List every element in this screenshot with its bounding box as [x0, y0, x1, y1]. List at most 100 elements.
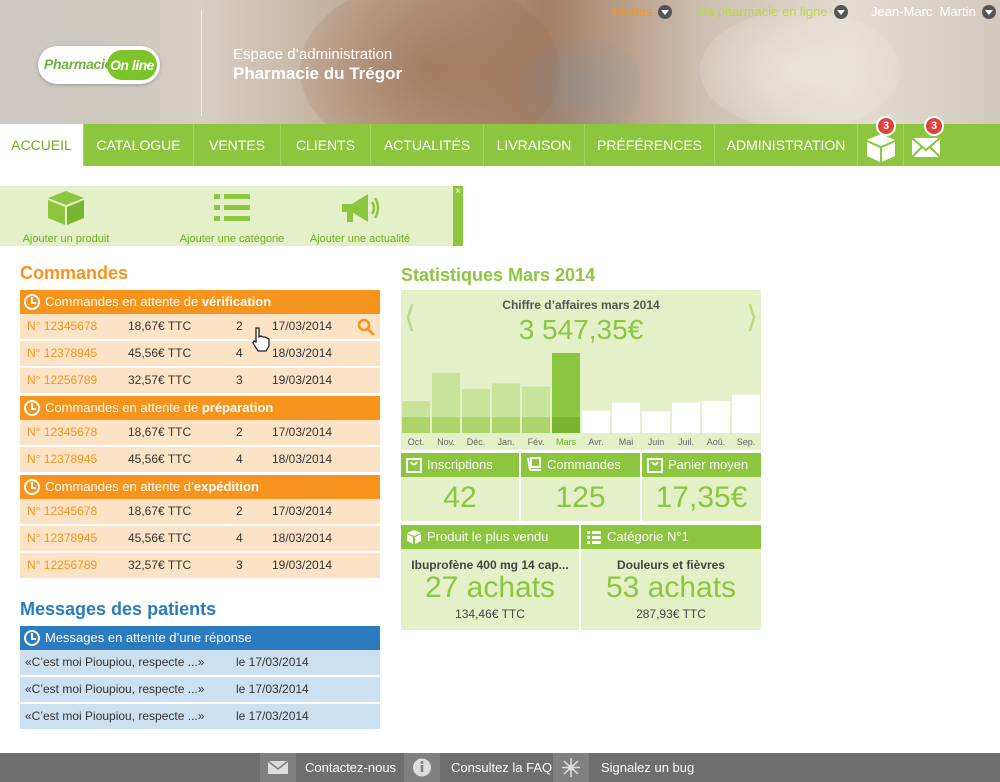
tab-ventes[interactable]: VENTES: [193, 124, 280, 166]
group-status: préparation: [201, 400, 274, 415]
add-category-button[interactable]: Ajouter une catégorie: [172, 190, 292, 245]
messages-pending-header[interactable]: Messages en attente d’une réponse: [20, 626, 380, 650]
panier-label: Panier moyen: [668, 457, 749, 472]
table-row[interactable]: N° 12378945 45,56€ TTC 4 18/03/2014: [20, 341, 380, 366]
order-id-link[interactable]: N° 12345678: [27, 314, 97, 339]
message-row[interactable]: «C’est moi Pioupiou, respecte ...» le 17…: [20, 677, 380, 702]
bag-icon: [647, 458, 663, 473]
order-id-link[interactable]: N° 12256789: [27, 368, 97, 393]
logo-text: Pharmacie: [44, 56, 113, 72]
top-category-name[interactable]: Douleurs et fièvres: [581, 558, 761, 572]
order-id-link[interactable]: N° 12345678: [27, 499, 97, 524]
order-amount: 18,67€ TTC: [128, 319, 192, 333]
pharmacie-online-logo[interactable]: Pharmacie On line: [38, 46, 160, 84]
table-row[interactable]: N° 12256789 32,57€ TTC 3 19/03/2014: [20, 368, 380, 393]
info-icon[interactable]: [404, 753, 440, 782]
top-category-label: Catégorie N°1: [607, 529, 689, 544]
message-excerpt[interactable]: «C’est moi Pioupiou, respecte ...»: [25, 677, 204, 702]
list-icon: [587, 531, 601, 544]
box-badge: 3: [876, 116, 896, 136]
tab-catalogue[interactable]: CATALOGUE: [83, 124, 193, 166]
order-id-link[interactable]: N° 12378945: [27, 341, 97, 366]
message-row[interactable]: «C’est moi Pioupiou, respecte ...» le 17…: [20, 704, 380, 729]
tab-actualites[interactable]: ACTUALITÉS: [370, 124, 483, 166]
add-news-label: Ajouter une actualité: [309, 233, 411, 245]
commandes-label: Commandes: [547, 457, 621, 472]
order-qty: 4: [236, 452, 243, 466]
box-icon: [407, 530, 421, 544]
tab-accueil[interactable]: ACCUEIL: [0, 124, 83, 166]
user-menu[interactable]: Jean-Marc Martin: [871, 4, 996, 19]
tab-clients[interactable]: CLIENTS: [280, 124, 370, 166]
pharmacy-name: Pharmacie du Trégor: [233, 64, 403, 83]
message-row[interactable]: «C’est moi Pioupiou, respecte ...» le 17…: [20, 650, 380, 675]
envelope-icon[interactable]: [260, 753, 296, 782]
order-qty: 2: [236, 425, 243, 439]
add-news-button[interactable]: Ajouter une actualité: [300, 190, 420, 245]
top-product-tile: Produit le plus vendu Ibuprofène 400 mg …: [401, 525, 579, 630]
contact-link[interactable]: Contactez-nous: [305, 753, 396, 782]
table-row[interactable]: N° 12256789 32,57€ TTC 3 19/03/2014: [20, 553, 380, 578]
header-divider: [201, 10, 202, 116]
order-amount: 32,57€ TTC: [128, 373, 192, 387]
top-product-name[interactable]: Ibuprofène 400 mg 14 cap...: [401, 558, 579, 572]
tab-administration[interactable]: ADMINISTRATION: [714, 124, 857, 166]
clock-icon: [24, 630, 40, 646]
table-row[interactable]: N° 12345678 18,67€ TTC 2 17/03/2014: [20, 314, 380, 339]
bar-11: [732, 394, 760, 433]
top-product-price: 134,46€ TTC: [455, 607, 525, 621]
orders-preparation-header[interactable]: Commandes en attente de préparation: [20, 396, 380, 420]
month-label-5: Mars: [556, 437, 576, 447]
group-prefix: Commandes en attente de: [45, 294, 202, 309]
message-excerpt[interactable]: «C’est moi Pioupiou, respecte ...»: [25, 650, 204, 675]
top-category-tile: Catégorie N°1 Douleurs et fièvres 53 ach…: [581, 525, 761, 630]
order-id-link[interactable]: N° 12378945: [27, 526, 97, 551]
orders-expedition-header[interactable]: Commandes en attente d’expédition: [20, 475, 380, 499]
order-id-link[interactable]: N° 12256789: [27, 553, 97, 578]
message-date: le 17/03/2014: [236, 709, 309, 723]
search-icon[interactable]: [357, 318, 375, 336]
table-row[interactable]: N° 12345678 18,67€ TTC 2 17/03/2014: [20, 420, 380, 445]
chevron-down-icon: [981, 4, 996, 19]
my-pharmacy-label: Ma pharmacie en ligne: [696, 4, 828, 19]
alerts-label: Alertes: [612, 4, 653, 19]
commandes-value: 125: [555, 481, 606, 514]
mail-badge: 3: [924, 116, 944, 136]
my-pharmacy-menu[interactable]: Ma pharmacie en ligne: [696, 4, 848, 19]
month-label-3: Jan.: [497, 437, 514, 447]
revenue-chart-panel: Oct. Nov. Déc. Jan. Fév. Mars Avr. Mai Juin Juil.…: [401, 290, 761, 450]
bug-icon[interactable]: [553, 753, 589, 782]
commandes-tile: Commandes 125: [521, 453, 640, 521]
orders-verification-header[interactable]: Commandes en attente de vérification: [20, 290, 380, 314]
order-date: 19/03/2014: [272, 373, 333, 387]
close-panel-button[interactable]: ×: [453, 186, 463, 198]
tab-livraison[interactable]: LIVRAISON: [483, 124, 584, 166]
logo-badge: On line: [107, 50, 157, 80]
panier-value: 17,35€: [655, 481, 748, 514]
message-date: le 17/03/2014: [236, 682, 309, 696]
faq-link[interactable]: Consultez la FAQ: [451, 753, 552, 782]
message-excerpt[interactable]: «C’est moi Pioupiou, respecte ...»: [25, 704, 204, 729]
table-row[interactable]: N° 12345678 18,67€ TTC 2 17/03/2014: [20, 499, 380, 524]
month-label-6: Avr.: [588, 437, 603, 447]
table-row[interactable]: N° 12378945 45,56€ TTC 4 18/03/2014: [20, 447, 380, 472]
bar-6: [582, 410, 610, 433]
next-month-button[interactable]: ⟩: [746, 300, 758, 335]
group-label: Messages en attente d’une réponse: [45, 630, 252, 645]
clock-icon: [24, 400, 40, 416]
bar-lower-0: [402, 417, 430, 433]
order-amount: 18,67€ TTC: [128, 504, 192, 518]
prev-month-button[interactable]: ⟨: [404, 300, 416, 335]
month-label-2: Déc.: [467, 437, 486, 447]
order-id-link[interactable]: N° 12378945: [27, 447, 97, 472]
month-label-10: Aoû.: [707, 437, 726, 447]
alerts-menu[interactable]: Alertes: [612, 4, 673, 19]
megaphone-icon: [342, 194, 380, 222]
order-id-link[interactable]: N° 12345678: [27, 420, 97, 445]
group-status: expédition: [193, 479, 259, 494]
add-product-button[interactable]: Ajouter un produit: [6, 190, 126, 245]
tab-preferences[interactable]: PRÉFÉRENCES: [584, 124, 714, 166]
bug-report-link[interactable]: Signalez un bug: [601, 753, 694, 782]
quick-actions-panel: × Ajouter un produit Ajouter une catégor…: [0, 186, 463, 246]
table-row[interactable]: N° 12378945 45,56€ TTC 4 18/03/2014: [20, 526, 380, 551]
